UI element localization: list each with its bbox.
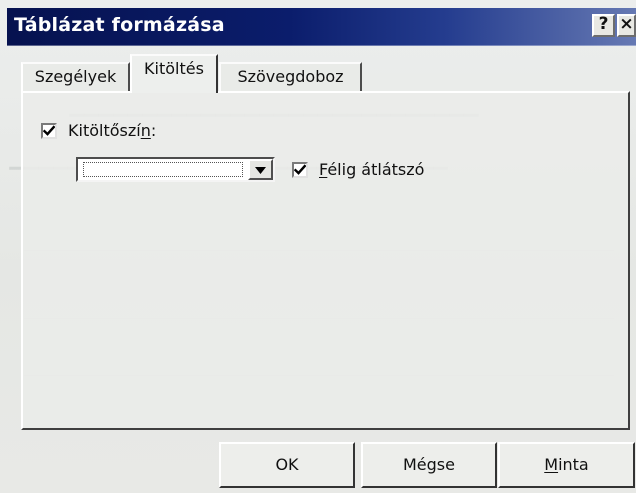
fill-color-label-prefix: Kitöltőszí [68, 121, 141, 140]
help-icon[interactable]: ? [592, 14, 615, 37]
fill-color-checkbox[interactable] [41, 123, 57, 139]
fill-color-value [83, 162, 243, 177]
semi-transparent-label: Félig átlátszó [319, 161, 424, 179]
fill-color-dropdown-button[interactable] [248, 159, 273, 180]
check-icon [294, 164, 306, 175]
preview-button[interactable]: Minta [498, 442, 635, 488]
close-icon[interactable]: × [617, 14, 636, 37]
cancel-button[interactable]: Mégse [361, 442, 497, 488]
ok-button[interactable]: OK [219, 442, 355, 488]
semi-transparent-checkbox[interactable] [292, 162, 308, 178]
tab-fill[interactable]: Kitöltés [130, 54, 218, 93]
fill-color-label: Kitöltőszín: [68, 122, 156, 140]
table-format-dialog: ▁▁▁▁▁▁▁▁▁▁▁▁▁▁▁▁▁▁▁▁▁▁▁▁▁▁▁▁ ▁▁▁▁▁▁▁▁▁▁▁… [0, 0, 636, 493]
preview-access-key: M [544, 455, 559, 474]
tab-strip: Szegélyek Kitöltés Szövegdoboz [21, 54, 371, 93]
fill-color-label-suffix: : [150, 121, 157, 140]
window-title: Táblázat formázása [14, 14, 225, 36]
semi-transparent-label-rest: élig átlátszó [327, 160, 425, 179]
fill-tab-panel: Kitöltőszín: Félig átlátszó [21, 91, 630, 430]
fill-color-dropdown[interactable] [76, 157, 275, 182]
tab-textbox[interactable]: Szövegdoboz [219, 62, 362, 91]
fill-color-access-key: n [140, 121, 151, 140]
check-icon [43, 125, 55, 136]
title-bar: Táblázat formázása ? × [7, 8, 636, 46]
chevron-down-icon [255, 167, 266, 174]
preview-label-rest: inta [558, 455, 589, 474]
tab-borders[interactable]: Szegélyek [21, 62, 130, 91]
